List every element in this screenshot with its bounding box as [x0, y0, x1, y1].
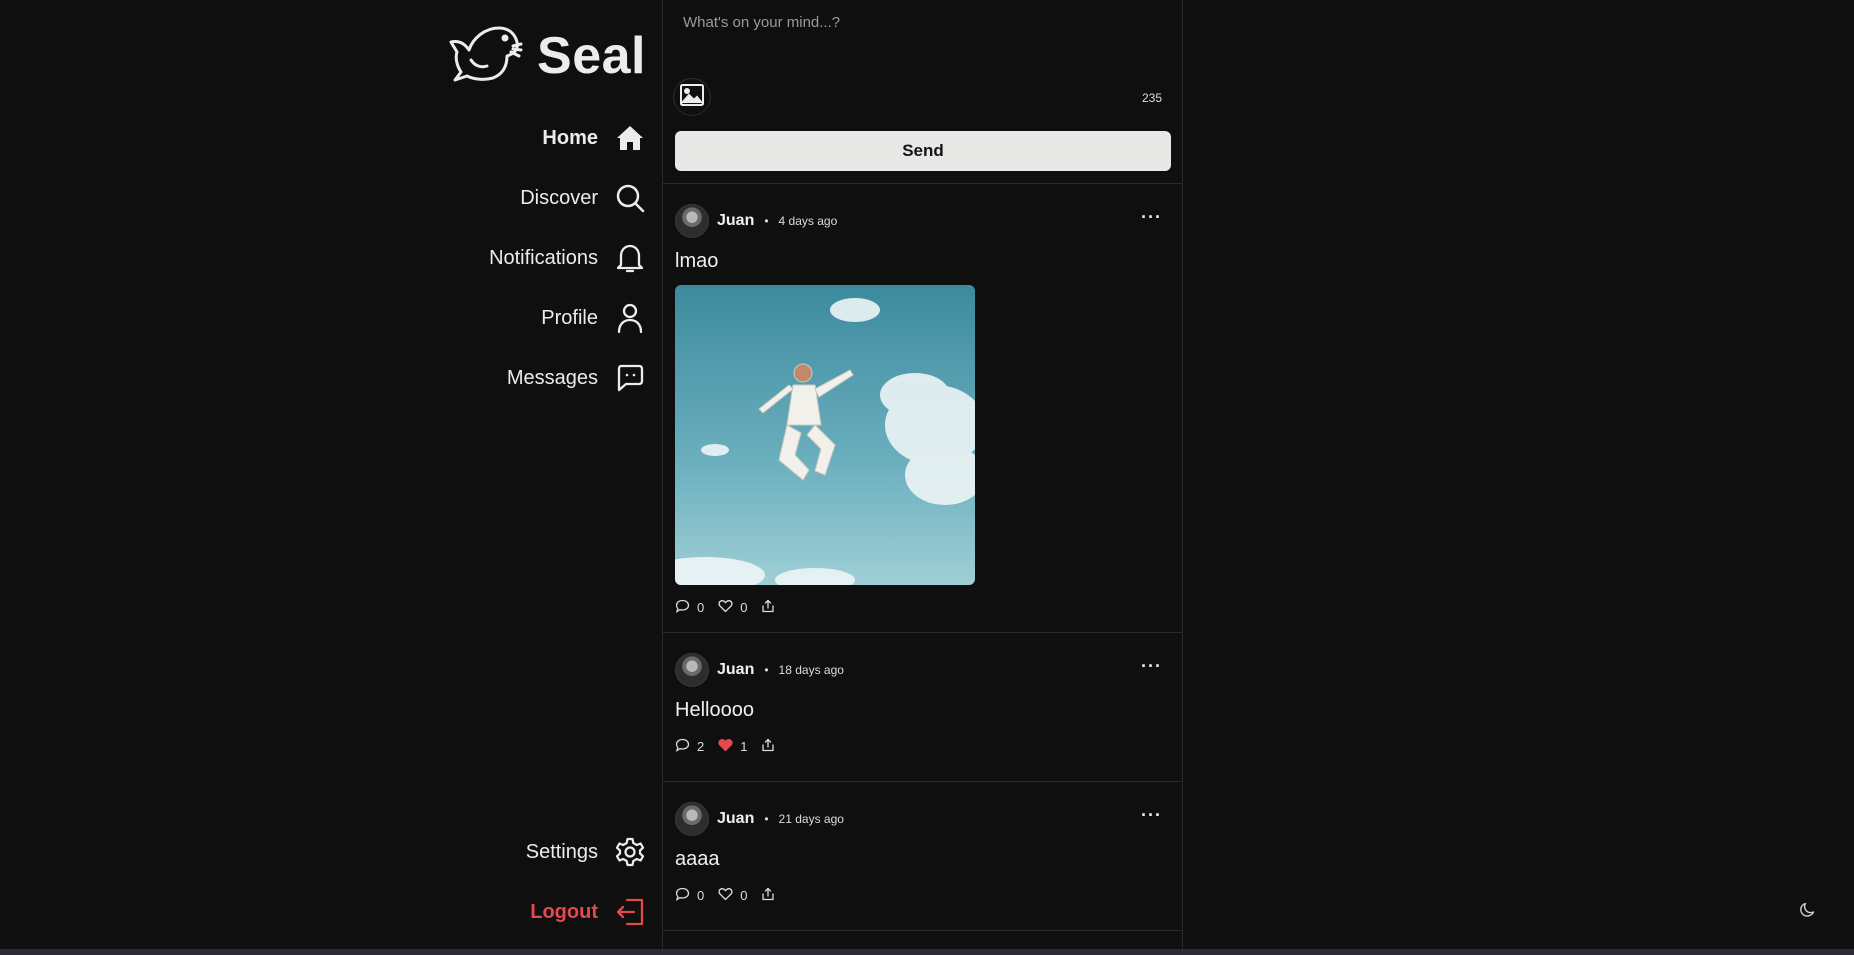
post-header: Juan • 18 days ago [675, 653, 1170, 687]
post-time[interactable]: 18 days ago [779, 663, 844, 677]
nav-item-home[interactable]: Home [542, 122, 646, 154]
share-icon [761, 738, 775, 755]
moon-icon [1799, 902, 1817, 923]
seal-logo-icon [445, 22, 523, 89]
char-count: 235 [1141, 91, 1162, 105]
post-author[interactable]: Juan [717, 212, 754, 230]
send-button[interactable]: Send [675, 131, 1171, 171]
post-time[interactable]: 4 days ago [779, 214, 838, 228]
comment-button[interactable]: 0 [675, 887, 704, 904]
more-options-icon[interactable]: ··· [1141, 806, 1162, 824]
share-button[interactable] [761, 887, 775, 904]
comment-count: 0 [697, 887, 705, 903]
comment-count: 2 [697, 738, 705, 754]
like-count: 0 [740, 599, 748, 615]
comment-count: 0 [697, 599, 705, 615]
nav-item-notifications[interactable]: Notifications [489, 242, 646, 274]
share-button[interactable] [761, 738, 775, 755]
like-button[interactable]: 0 [718, 599, 747, 616]
post-header: Juan • 21 days ago [675, 802, 1170, 836]
nav-item-label: Notifications [489, 246, 598, 269]
attach-image-button[interactable] [673, 78, 711, 116]
nav-item-label: Logout [530, 900, 598, 923]
nav-item-profile[interactable]: Profile [541, 302, 646, 334]
bottom-bar [0, 949, 1854, 955]
separator-dot: • [764, 812, 769, 826]
logout-icon [614, 896, 646, 928]
nav-item-messages[interactable]: Messages [507, 362, 646, 394]
comment-button[interactable]: 0 [675, 599, 704, 616]
post: Juan • 18 days ago ··· Helloooo 2 1 [663, 633, 1182, 782]
nav-item-logout[interactable]: Logout [530, 896, 646, 928]
comment-icon [675, 887, 690, 904]
brand[interactable]: Seal [445, 22, 646, 89]
post-author[interactable]: Juan [717, 810, 754, 828]
user-icon [614, 302, 646, 334]
search-icon [614, 182, 646, 214]
heart-filled-icon [718, 738, 733, 755]
post-text: Helloooo [675, 699, 754, 721]
like-button[interactable]: 1 [718, 738, 747, 755]
avatar[interactable] [675, 204, 709, 238]
theme-toggle-button[interactable] [1799, 901, 1819, 921]
nav-item-label: Discover [520, 186, 598, 209]
sidebar: Seal Home Discover Notifications Profile… [0, 0, 662, 955]
brand-name: Seal [537, 26, 646, 85]
like-button[interactable]: 0 [718, 887, 747, 904]
feed: 235 Send Juan • 4 days ago ··· lmao [662, 0, 1183, 955]
gear-icon [614, 836, 646, 868]
post-input[interactable] [675, 8, 1169, 68]
post-text: lmao [675, 250, 719, 272]
post-author[interactable]: Juan [717, 661, 754, 679]
comment-button[interactable]: 2 [675, 738, 704, 755]
like-count: 1 [740, 738, 748, 754]
heart-icon [718, 887, 733, 904]
post-image[interactable] [675, 285, 975, 585]
post: Juan • 4 days ago ··· lmao 0 0 [663, 184, 1182, 633]
share-icon [761, 599, 775, 616]
avatar[interactable] [675, 653, 709, 687]
share-button[interactable] [761, 599, 775, 616]
like-count: 0 [740, 887, 748, 903]
nav-item-label: Settings [525, 840, 598, 863]
message-icon [614, 362, 646, 394]
nav-item-label: Home [542, 126, 598, 149]
post-header: Juan • 4 days ago [675, 204, 1170, 238]
post-text: aaaa [675, 848, 720, 870]
share-icon [761, 887, 775, 904]
home-icon [614, 122, 646, 154]
nav-item-discover[interactable]: Discover [520, 182, 646, 214]
post-time[interactable]: 21 days ago [779, 812, 844, 826]
heart-icon [718, 599, 733, 616]
comment-icon [675, 738, 690, 755]
nav-item-label: Messages [506, 366, 598, 389]
post: Juan • 21 days ago ··· aaaa 0 0 [663, 782, 1182, 931]
image-icon [680, 83, 704, 111]
post-actions: 0 0 [675, 883, 1170, 907]
nav-item-label: Profile [541, 306, 598, 329]
more-options-icon[interactable]: ··· [1141, 657, 1162, 675]
separator-dot: • [764, 663, 769, 677]
post-composer: 235 Send [663, 0, 1182, 184]
bell-icon [614, 242, 646, 274]
nav-item-settings[interactable]: Settings [526, 836, 646, 868]
avatar[interactable] [675, 802, 709, 836]
post-actions: 0 0 [675, 595, 1170, 619]
separator-dot: • [764, 214, 769, 228]
comment-icon [675, 599, 690, 616]
more-options-icon[interactable]: ··· [1141, 208, 1162, 226]
post-actions: 2 1 [675, 734, 1170, 758]
